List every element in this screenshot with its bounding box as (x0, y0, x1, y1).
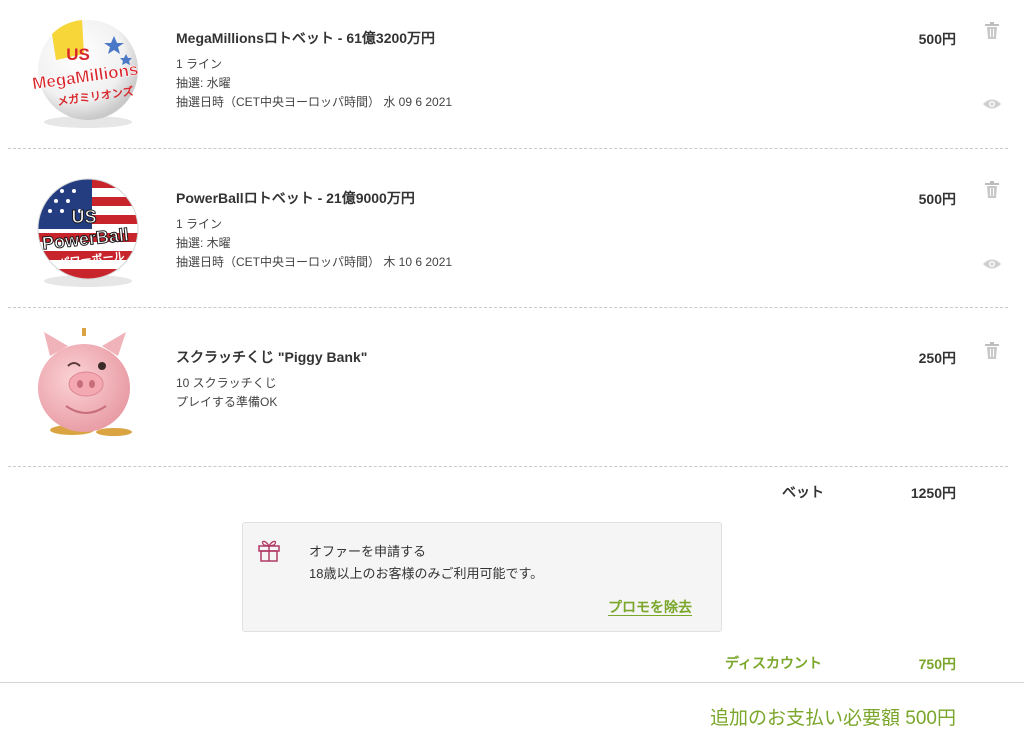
item-meta: 10 スクラッチくじ プレイする準備OK (176, 374, 277, 412)
item-divider (8, 148, 1008, 149)
eye-icon[interactable] (982, 258, 1002, 270)
item-draw-day: 抽選: 水曜 (176, 76, 231, 90)
trash-icon[interactable] (984, 342, 1000, 360)
item-title: PowerBallロトベット - 21億9000万円 (176, 190, 415, 206)
trash-icon[interactable] (984, 181, 1000, 199)
item-ticket-count: 10 スクラッチくじ (176, 376, 277, 390)
item-lines: 1 ライン (176, 57, 223, 71)
bet-label: ベット (782, 484, 824, 500)
offer-title: オファーを申請する (309, 544, 427, 559)
item-meta: 1 ライン 抽選: 水曜 抽選日時（CET中央ヨーロッパ時間） 水 09 6 2… (176, 55, 452, 112)
total-divider (0, 682, 1024, 683)
item-lines: 1 ライン (176, 217, 223, 231)
item-title: MegaMillionsロトベット - 61億3200万円 (176, 30, 436, 46)
item-price: 500円 (918, 191, 956, 207)
item-price: 500円 (918, 31, 956, 47)
megamillions-logo: US MegaMillions メガミリオンズ (31, 20, 140, 128)
offer-box: オファーを申請する 18歳以上のお客様のみご利用可能です。 プロモを除去 (242, 522, 722, 632)
item-divider (8, 466, 1008, 467)
item-meta: 1 ライン 抽選: 木曜 抽選日時（CET中央ヨーロッパ時間） 木 10 6 2… (176, 215, 452, 272)
remove-promo-link[interactable]: プロモを除去 (608, 597, 692, 617)
logo-us: US (66, 45, 90, 64)
gift-icon (258, 540, 280, 562)
additional-payment-total: 追加のお支払い必要額 500円 (710, 708, 956, 729)
item-title: スクラッチくじ "Piggy Bank" (176, 349, 368, 365)
item-draw-datetime: 抽選日時（CET中央ヨーロッパ時間） 木 10 6 2021 (176, 255, 453, 269)
item-divider (8, 307, 1008, 308)
item-status: プレイする準備OK (176, 395, 278, 409)
item-draw-day: 抽選: 木曜 (176, 236, 231, 250)
item-price: 250円 (918, 350, 956, 366)
bet-value: 1250円 (910, 485, 956, 501)
logo-us: US (71, 207, 96, 227)
discount-label: ディスカウント (725, 655, 823, 671)
item-draw-datetime: 抽選日時（CET中央ヨーロッパ時間） 水 09 6 2021 (176, 95, 453, 109)
piggy-bank-image (38, 328, 132, 436)
powerball-logo: US PowerBall パワーボール (37, 178, 139, 287)
trash-icon[interactable] (984, 22, 1000, 40)
offer-subtitle: 18歳以上のお客様のみご利用可能です。 (309, 566, 544, 581)
discount-value: 750円 (918, 656, 956, 672)
eye-icon[interactable] (982, 98, 1002, 110)
